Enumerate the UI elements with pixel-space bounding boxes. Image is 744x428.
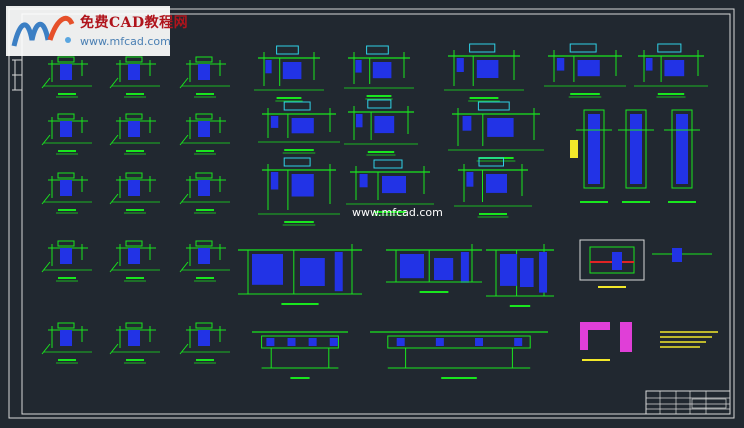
section-detail-2 — [109, 56, 160, 98]
section-detail-7 — [41, 172, 92, 214]
beam-section-5 — [634, 43, 708, 98]
site-logo[interactable]: 免费CAD教程网 www.mfcad.com — [6, 6, 188, 56]
notes-and-details — [580, 322, 718, 361]
title-block — [645, 390, 731, 415]
section-detail-6 — [179, 113, 230, 155]
section-detail-13 — [41, 322, 92, 364]
section-detail-5 — [109, 113, 160, 155]
section-detail-10 — [41, 240, 92, 282]
section-detail-14 — [109, 322, 160, 364]
beam-section-4 — [544, 43, 626, 98]
plan-detail — [579, 239, 712, 288]
logo-title: 免费CAD教程网 — [80, 15, 189, 31]
section-detail-9 — [179, 172, 230, 214]
logo-url: www.mfcad.com — [80, 35, 171, 48]
section-detail-1 — [41, 56, 92, 98]
beam-section-11 — [454, 157, 532, 218]
section-detail-12 — [179, 240, 230, 282]
large-section-2 — [386, 244, 482, 293]
watermark-text: www.mfcad.com — [352, 206, 443, 219]
beam-section-8 — [448, 101, 544, 162]
section-detail-4 — [41, 113, 92, 155]
section-detail-3 — [179, 56, 230, 98]
section-detail-8 — [109, 172, 160, 214]
section-detail-15 — [179, 322, 230, 364]
beam-section-1 — [254, 45, 324, 102]
large-section-3 — [486, 244, 554, 307]
beam-section-6 — [258, 101, 340, 154]
beam-section-9 — [258, 157, 340, 226]
beam-section-2 — [344, 45, 414, 100]
section-detail-11 — [109, 240, 160, 282]
beam-section-7 — [344, 99, 418, 156]
large-section-1 — [238, 244, 362, 305]
beam-section-3 — [444, 43, 524, 102]
foundation-section-2 — [370, 331, 548, 379]
column-elevations — [570, 109, 700, 203]
foundation-section-1 — [252, 331, 348, 379]
logo-emblem-icon — [11, 15, 75, 47]
